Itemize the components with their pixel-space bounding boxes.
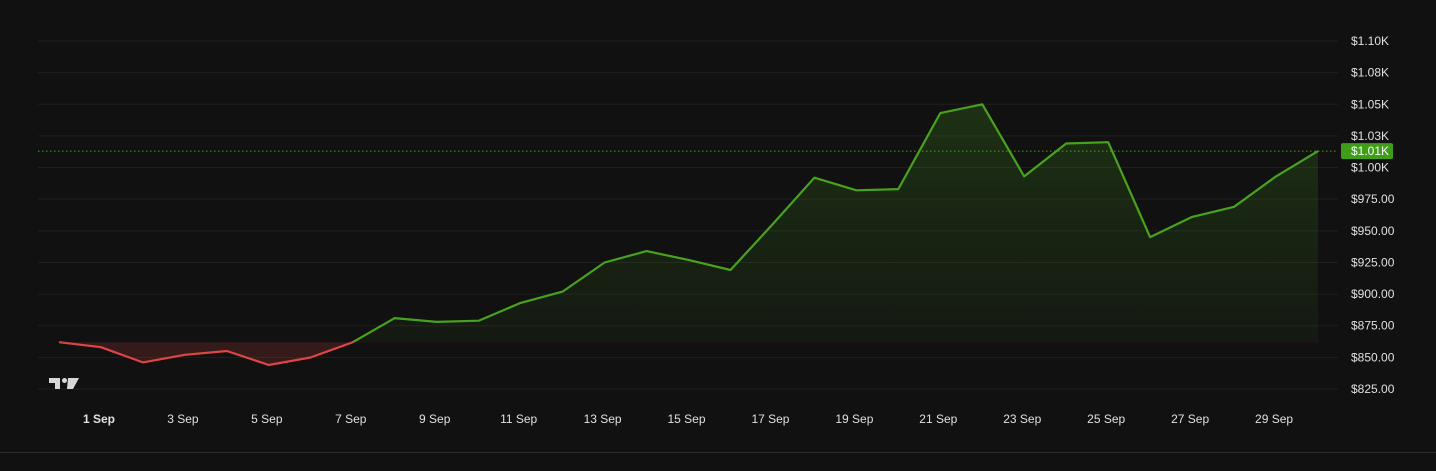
y-tick-label-6: $975.00 (1351, 192, 1395, 206)
y-tick-label-11: $1.10K (1351, 34, 1389, 48)
x-tick-label-10: 21 Sep (919, 412, 957, 426)
y-tick-label-8: $1.03K (1351, 129, 1389, 143)
x-tick-label-13: 27 Sep (1171, 412, 1209, 426)
x-tick-label-11: 23 Sep (1003, 412, 1041, 426)
x-tick-label-0: 1 Sep (83, 412, 115, 426)
y-tick-label-5: $950.00 (1351, 224, 1395, 238)
tradingview-logo-icon (49, 378, 79, 389)
y-tick-label-3: $900.00 (1351, 287, 1395, 301)
logo-part-t (49, 378, 60, 389)
x-tick-label-5: 11 Sep (500, 412, 537, 426)
x-tick-label-9: 19 Sep (835, 412, 873, 426)
y-tick-label-0: $825.00 (1351, 382, 1395, 396)
chart-bottom-border (0, 452, 1436, 453)
price-chart[interactable]: $825.00 $850.00 $875.00 $900.00 $925.00 $950.… (0, 0, 1436, 466)
y-tick-label-7: $1.00K (1351, 161, 1389, 175)
y-tick-label-4: $925.00 (1351, 255, 1395, 269)
x-tick-label-8: 17 Sep (751, 412, 789, 426)
y-axis: $825.00 $850.00 $875.00 $900.00 $925.00 $950.… (1351, 34, 1395, 396)
x-tick-label-3: 7 Sep (335, 412, 367, 426)
x-axis: 1 Sep 3 Sep 5 Sep 7 Sep 9 Sep 11 Sep 13 Sep 15 … (83, 412, 1293, 426)
x-tick-label-6: 13 Sep (584, 412, 622, 426)
x-tick-label-1: 3 Sep (167, 412, 199, 426)
x-tick-label-12: 25 Sep (1087, 412, 1125, 426)
logo-part-dot (62, 378, 67, 383)
y-tick-label-9: $1.05K (1351, 97, 1389, 111)
current-price-marker: $1.01K (38, 143, 1393, 160)
current-price-label: $1.01K (1351, 144, 1389, 158)
y-tick-label-2: $875.00 (1351, 319, 1395, 333)
chart-svg[interactable]: $825.00 $850.00 $875.00 $900.00 $925.00 $950.… (0, 0, 1436, 466)
logo-part-v (67, 378, 79, 389)
x-tick-label-14: 29 Sep (1255, 412, 1293, 426)
x-tick-label-7: 15 Sep (668, 412, 706, 426)
x-tick-label-4: 9 Sep (419, 412, 451, 426)
y-tick-label-10: $1.08K (1351, 66, 1389, 80)
x-tick-label-2: 5 Sep (251, 412, 283, 426)
y-tick-label-1: $850.00 (1351, 350, 1395, 364)
